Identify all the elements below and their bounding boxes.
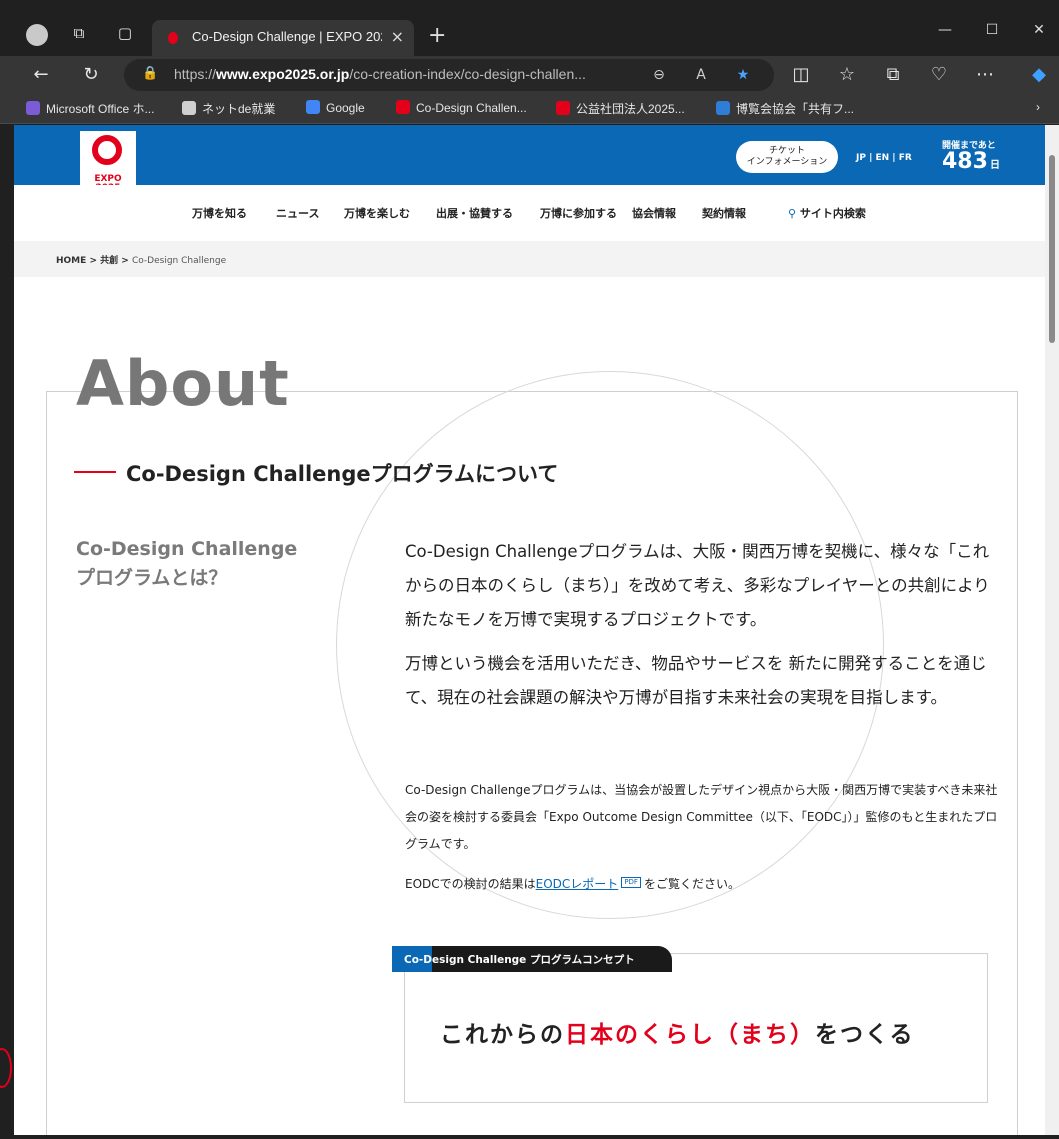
address-bar[interactable]: 🔒 https://www.expo2025.or.jp/co-creation… bbox=[124, 59, 774, 91]
concept-tab-label: Co-Design Challenge プログラムコンセプト bbox=[404, 954, 635, 966]
browser-window: ⧉ ▢ Co-Design Challenge | EXPO 202 × + —… bbox=[0, 0, 1059, 1139]
concept-statement: これからの日本のくらし（まち）をつくる bbox=[440, 1015, 915, 1049]
address-url[interactable]: https://www.expo2025.or.jp/co-creation-i… bbox=[174, 66, 586, 82]
nav-item-participate[interactable]: 万博に参加する bbox=[540, 205, 617, 221]
pdf-icon: PDF bbox=[621, 877, 641, 888]
bookmark-label: ネットde就業 bbox=[202, 102, 276, 116]
bookmark-item[interactable]: Microsoft Office ホ... bbox=[26, 100, 154, 118]
ticket-line-1: チケット bbox=[768, 146, 805, 156]
expo-favicon-icon bbox=[396, 100, 410, 114]
bookmark-item[interactable]: Google bbox=[306, 100, 365, 118]
bookmarks-bar: Microsoft Office ホ... ネットde就業 Google Co-… bbox=[0, 94, 1059, 124]
countdown: 483 日 bbox=[942, 149, 1000, 174]
ticket-info-button[interactable]: チケット インフォメーション bbox=[736, 141, 838, 173]
favorites-icon[interactable]: ☆ bbox=[834, 62, 860, 88]
countdown-unit: 日 bbox=[989, 160, 1000, 171]
nav-item-association[interactable]: 協会情報 bbox=[632, 205, 676, 221]
about-title: About bbox=[76, 347, 290, 420]
bookmark-item[interactable]: 博覧会協会「共有フ... bbox=[716, 100, 854, 118]
breadcrumb-parent[interactable]: 共創 bbox=[100, 256, 118, 266]
about-paragraph-2: 万博という機会を活用いただき、物品やサービスを 新たに開発することを通じて、現在… bbox=[405, 654, 987, 707]
zoom-icon[interactable]: ⊖ bbox=[648, 64, 670, 86]
sharepoint-icon bbox=[716, 101, 730, 115]
bookmark-label: Microsoft Office ホ... bbox=[46, 102, 155, 116]
title-bar: ⧉ ▢ Co-Design Challenge | EXPO 202 × + —… bbox=[0, 8, 1059, 56]
workspaces-icon[interactable]: ⧉ bbox=[68, 22, 90, 44]
bookmark-item[interactable]: ネットde就業 bbox=[182, 100, 275, 118]
search-icon: ⚲ bbox=[788, 207, 800, 220]
concept-part-1: これからの bbox=[440, 1022, 565, 1048]
breadcrumb-home[interactable]: HOME bbox=[56, 256, 86, 266]
maximize-button[interactable]: ☐ bbox=[977, 18, 1007, 42]
paragraph-4-lead: EODCでの検討の結果は bbox=[405, 877, 536, 891]
bookmark-label: Google bbox=[326, 101, 365, 115]
window-close-button[interactable]: ✕ bbox=[1024, 18, 1054, 42]
bookmark-label: Co-Design Challen... bbox=[416, 101, 527, 115]
side-title-line-2: プログラムとは？ bbox=[76, 567, 228, 589]
breadcrumb-separator: > bbox=[89, 256, 97, 266]
browser-essentials-icon[interactable]: ♡ bbox=[926, 62, 952, 88]
about-paragraph-3: Co-Design Challengeプログラムは、当協会が設置したデザイン視点… bbox=[405, 783, 998, 851]
nav-item-enjoy[interactable]: 万博を楽しむ bbox=[344, 205, 410, 221]
side-title: Co-Design Challenge プログラムとは？ bbox=[76, 535, 316, 593]
section-heading-text: Co-Design Challengeプログラムについて bbox=[126, 462, 559, 486]
countdown-value: 483 bbox=[942, 149, 988, 174]
nav-search-label: サイト内検索 bbox=[799, 207, 866, 220]
concept-tab: Co-Design Challenge プログラムコンセプト bbox=[392, 946, 672, 972]
nav-item-know-expo[interactable]: 万博を知る bbox=[192, 205, 247, 221]
favorite-star-icon[interactable]: ★ bbox=[732, 64, 754, 86]
browser-toolbar: ← ↻ 🔒 https://www.expo2025.or.jp/co-crea… bbox=[0, 56, 1059, 94]
heading-accent-line bbox=[74, 471, 116, 473]
scrollbar-thumb[interactable] bbox=[1049, 155, 1055, 343]
site-header: EXPO2025 チケットインフォメーション JP | EN | FR 開催まで… bbox=[14, 125, 1045, 203]
breadcrumb: HOME > 共創 > Co-Design Challenge bbox=[56, 253, 226, 266]
about-paragraph-1: Co-Design Challengeプログラムは、大阪・関西万博を契機に、様々… bbox=[405, 542, 990, 629]
concept-part-3: をつくる bbox=[815, 1022, 915, 1048]
ticket-line-2: インフォメーション bbox=[746, 157, 828, 167]
nav-item-news[interactable]: ニュース bbox=[276, 205, 319, 221]
page-icon bbox=[182, 101, 196, 115]
back-icon[interactable]: ← bbox=[28, 62, 54, 88]
paragraph-4-tail: をご覧ください。 bbox=[643, 877, 740, 891]
about-paragraph-4: EODCでの検討の結果はEODCレポート PDF をご覧ください。 bbox=[405, 871, 1005, 898]
copilot-icon[interactable]: ◆ bbox=[1026, 62, 1052, 88]
page-scrollbar[interactable] bbox=[1045, 125, 1059, 1135]
bookmark-item[interactable]: 公益社団法人2025... bbox=[556, 100, 685, 118]
global-nav: 万博を知る ニュース 万博を楽しむ 出展・協賛する 万博に参加する 協会情報 契… bbox=[14, 185, 1045, 241]
page-viewport: EXPO2025 チケットインフォメーション JP | EN | FR 開催まで… bbox=[14, 125, 1045, 1135]
nav-item-exhibit[interactable]: 出展・協賛する bbox=[436, 205, 513, 221]
breadcrumb-current: Co-Design Challenge bbox=[131, 256, 227, 266]
expo-favicon-icon bbox=[556, 101, 570, 115]
tab-favicon-icon bbox=[168, 32, 178, 44]
read-aloud-icon[interactable]: A bbox=[690, 64, 712, 86]
split-screen-icon[interactable]: ◫ bbox=[788, 62, 814, 88]
nav-item-contracts[interactable]: 契約情報 bbox=[702, 205, 746, 221]
collections-icon[interactable]: ⧉ bbox=[880, 62, 906, 88]
tab-actions-icon[interactable]: ▢ bbox=[114, 22, 136, 44]
tab-close-icon[interactable]: × bbox=[391, 27, 404, 46]
side-title-line-1: Co-Design Challenge bbox=[76, 538, 298, 560]
more-menu-icon[interactable]: ⋯ bbox=[972, 62, 998, 88]
eodc-report-link[interactable]: EODCレポート bbox=[536, 877, 619, 891]
refresh-icon[interactable]: ↻ bbox=[78, 62, 104, 88]
expo-logo-mark-icon bbox=[92, 135, 122, 165]
breadcrumb-bar: HOME > 共創 > Co-Design Challenge bbox=[14, 241, 1045, 277]
breadcrumb-separator: > bbox=[121, 256, 129, 266]
google-icon bbox=[306, 100, 320, 114]
active-tab[interactable]: Co-Design Challenge | EXPO 202 × bbox=[152, 20, 414, 56]
nav-item-search[interactable]: ⚲ サイト内検索 bbox=[788, 205, 866, 221]
concept-part-2: 日本のくらし（まち） bbox=[565, 1022, 815, 1048]
office-icon bbox=[26, 101, 40, 115]
bookmark-label: 公益社団法人2025... bbox=[576, 102, 685, 116]
bookmark-label: 博覧会協会「共有フ... bbox=[736, 102, 855, 116]
new-tab-button[interactable]: + bbox=[428, 25, 446, 47]
profile-avatar[interactable] bbox=[26, 24, 48, 46]
lock-icon: 🔒 bbox=[142, 66, 159, 81]
minimize-button[interactable]: — bbox=[930, 18, 960, 42]
bookmark-item[interactable]: Co-Design Challen... bbox=[396, 100, 527, 118]
language-switch[interactable]: JP | EN | FR bbox=[856, 153, 912, 163]
bookmarks-overflow-icon[interactable]: › bbox=[1036, 100, 1040, 118]
floating-badge-icon[interactable] bbox=[0, 1048, 12, 1088]
tab-title: Co-Design Challenge | EXPO 202 bbox=[192, 29, 382, 44]
